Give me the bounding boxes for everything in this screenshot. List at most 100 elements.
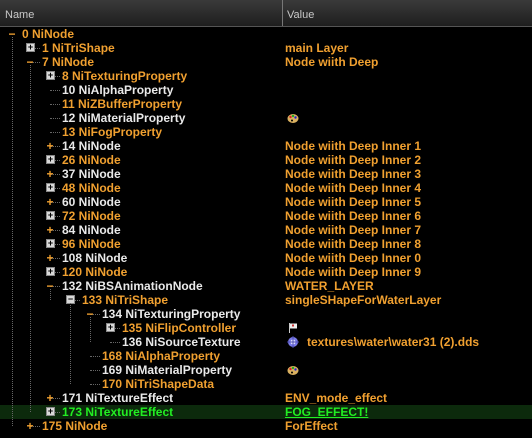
tree-row[interactable]: +26 NiNode Node wiith Deep Inner 2	[0, 153, 532, 167]
block-value: Node wiith Deep Inner 9	[285, 265, 422, 279]
block-name: 8 NiTexturingProperty	[62, 69, 188, 83]
expand-icon[interactable]: +	[46, 267, 55, 276]
palette-icon	[287, 366, 299, 375]
block-value: Node wiith Deep Inner 5	[285, 195, 422, 209]
tree-connector	[110, 342, 120, 344]
block-value: singleSHapeForWaterLayer	[285, 293, 442, 307]
tree-row[interactable]: +14 NiNode Node wiith Deep Inner 1	[0, 139, 532, 153]
block-value: main Layer	[285, 41, 349, 55]
tree-row[interactable]: 168 NiAlphaProperty	[0, 349, 532, 363]
block-name: 10 NiAlphaProperty	[62, 83, 174, 97]
block-value: ForEffect	[285, 419, 338, 433]
block-name: 11 NiZBufferProperty	[62, 97, 183, 111]
expand-icon[interactable]: +	[45, 391, 55, 405]
block-name: 96 NiNode	[62, 237, 121, 251]
tree-row[interactable]: −133 NiTriShape singleSHapeForWaterLayer	[0, 293, 532, 307]
block-name: 12 NiMaterialProperty	[62, 111, 186, 125]
block-name: 48 NiNode	[62, 181, 121, 195]
texture-icon	[287, 336, 299, 348]
block-name: 14 NiNode	[62, 139, 121, 153]
tree-row[interactable]: 170 NiTriShapeData	[0, 377, 532, 391]
block-value: WATER_LAYER	[285, 279, 374, 293]
expand-icon[interactable]: +	[25, 419, 35, 433]
expand-icon[interactable]: +	[26, 43, 35, 52]
block-name: 26 NiNode	[62, 153, 121, 167]
tree-row[interactable]: +171 NiTextureEffect ENV_mode_effect	[0, 391, 532, 405]
expand-icon[interactable]: +	[45, 167, 55, 181]
expand-icon[interactable]: +	[45, 139, 55, 153]
expand-icon[interactable]: +	[46, 155, 55, 164]
tree-guide	[30, 65, 32, 412]
tree-row[interactable]: 12 NiMaterialProperty	[0, 111, 532, 125]
expand-icon[interactable]: +	[46, 239, 55, 248]
tree-row[interactable]: +60 NiNode Node wiith Deep Inner 5	[0, 195, 532, 209]
tree-row[interactable]: 13 NiFogProperty	[0, 125, 532, 139]
block-value: Node wiith Deep Inner 7	[285, 223, 422, 237]
tree-connector	[50, 132, 60, 134]
tree-guide	[50, 289, 52, 300]
block-value: Node wiith Deep Inner 1	[285, 139, 422, 153]
block-value: Node wiith Deep Inner 0	[285, 251, 422, 265]
tree-guide	[90, 317, 92, 342]
tree-row[interactable]: +173 NiTextureEffect FOG_EFFECT!	[0, 405, 532, 419]
block-value: FOG_EFFECT!	[285, 405, 369, 419]
block-name: 60 NiNode	[62, 195, 121, 209]
tree-row[interactable]: 169 NiMaterialProperty	[0, 363, 532, 377]
tree-row[interactable]: +37 NiNode Node wiith Deep Inner 3	[0, 167, 532, 181]
tree-row[interactable]: +48 NiNode Node wiith Deep Inner 4	[0, 181, 532, 195]
tree-connector	[90, 384, 100, 386]
palette-icon	[287, 114, 299, 123]
block-value: Node wiith Deep Inner 4	[285, 181, 422, 195]
expand-icon[interactable]: +	[45, 195, 55, 209]
block-value: Node wiith Deep Inner 6	[285, 209, 422, 223]
expand-icon[interactable]: +	[45, 251, 55, 265]
column-header-value[interactable]: Value	[287, 0, 314, 26]
tree-row[interactable]: 11 NiZBufferProperty	[0, 97, 532, 111]
tree-row[interactable]: 136 NiSourceTexture textures\water\water3…	[0, 335, 532, 349]
tree-row[interactable]: +175 NiNode ForEffect	[0, 419, 532, 433]
expand-icon[interactable]: +	[46, 183, 55, 192]
column-header: Name Value	[0, 0, 532, 27]
block-name: 175 NiNode	[42, 419, 108, 433]
block-name: 7 NiNode	[42, 55, 95, 69]
block-name: 13 NiFogProperty	[62, 125, 163, 139]
block-name: 134 NiTexturingProperty	[102, 307, 241, 321]
expand-icon[interactable]: +	[106, 323, 115, 332]
tree-row[interactable]: +1 NiTriShape main Layer	[0, 41, 532, 55]
tree-row[interactable]: −0 NiNode	[0, 27, 532, 41]
tree-row[interactable]: +8 NiTexturingProperty	[0, 69, 532, 83]
tree-connector	[50, 118, 60, 120]
expand-icon[interactable]: +	[45, 223, 55, 237]
block-name: 84 NiNode	[62, 223, 121, 237]
block-name: 0 NiNode	[22, 27, 75, 41]
tree-row[interactable]: +135 NiFlipController	[0, 321, 532, 335]
tree-row[interactable]: +108 NiNode Node wiith Deep Inner 0	[0, 251, 532, 265]
column-divider[interactable]	[282, 0, 283, 26]
block-name: 135 NiFlipController	[122, 321, 237, 335]
block-value: Node wiith Deep Inner 3	[285, 167, 422, 181]
tree-row[interactable]: +96 NiNode Node wiith Deep Inner 8	[0, 237, 532, 251]
tree-row[interactable]: −7 NiNode Node wiith Deep	[0, 55, 532, 69]
block-name: 120 NiNode	[62, 265, 128, 279]
block-name: 173 NiTextureEffect	[62, 405, 174, 419]
block-value: textures\water\water31 (2).dds	[307, 335, 480, 349]
block-value: Node wiith Deep Inner 2	[285, 153, 422, 167]
tree-row[interactable]: +120 NiNode Node wiith Deep Inner 9	[0, 265, 532, 279]
expand-icon[interactable]: +	[46, 71, 55, 80]
tree-row[interactable]: +72 NiNode Node wiith Deep Inner 6	[0, 209, 532, 223]
expand-icon[interactable]: +	[46, 407, 55, 416]
block-name: 132 NiBSAnimationNode	[62, 279, 203, 293]
tree-row[interactable]: −132 NiBSAnimationNode WATER_LAYER	[0, 279, 532, 293]
tree-row[interactable]: 10 NiAlphaProperty	[0, 83, 532, 97]
column-header-name[interactable]: Name	[5, 0, 34, 26]
tree-row[interactable]: −134 NiTexturingProperty	[0, 307, 532, 321]
block-name: 72 NiNode	[62, 209, 121, 223]
tree-row[interactable]: +84 NiNode Node wiith Deep Inner 7	[0, 223, 532, 237]
block-name: 168 NiAlphaProperty	[102, 349, 221, 363]
tree-connector	[90, 370, 100, 372]
block-name: 171 NiTextureEffect	[62, 391, 174, 405]
block-name: 1 NiTriShape	[42, 41, 115, 55]
tree-guide	[12, 37, 14, 426]
expand-icon[interactable]: +	[46, 211, 55, 220]
block-name: 133 NiTriShape	[82, 293, 169, 307]
